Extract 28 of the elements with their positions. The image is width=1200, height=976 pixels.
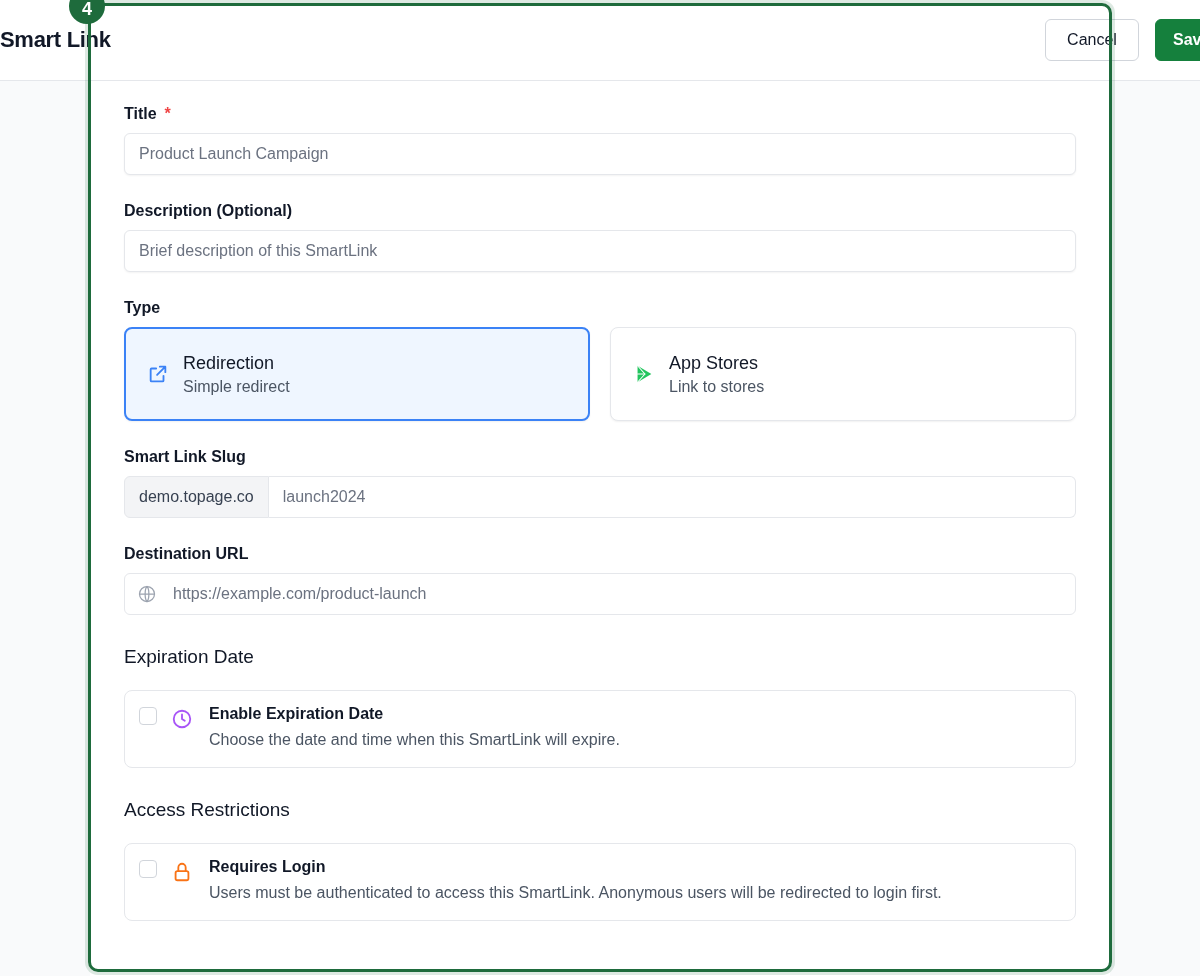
field-label: Title: [124, 105, 157, 123]
checkbox[interactable]: [139, 860, 157, 878]
slug-input-field[interactable]: launch2024: [268, 476, 1076, 518]
url-input-field[interactable]: https://example.com/product-launch: [124, 573, 1076, 615]
required-asterisk: *: [164, 105, 171, 123]
external-link-icon: [147, 363, 169, 385]
field-label: Destination URL: [124, 545, 249, 563]
globe-icon: [137, 584, 157, 604]
text-input-field[interactable]: Product Launch Campaign: [124, 133, 1076, 175]
type-option-card[interactable]: App Stores Link to stores: [610, 327, 1076, 421]
clock-icon: [171, 708, 193, 730]
field-label: Description (Optional): [124, 202, 292, 220]
field-label: Type: [124, 299, 161, 317]
text-input-field[interactable]: Brief description of this SmartLink: [124, 230, 1076, 272]
url-prefix: demo.topage.co: [124, 476, 269, 518]
checkbox[interactable]: [139, 707, 157, 725]
option-subtitle: Link to stores: [669, 377, 765, 396]
option-subtitle: Simple redirect: [183, 377, 290, 396]
option-title: App Stores: [669, 352, 760, 374]
section-heading: Expiration Date: [124, 646, 255, 668]
field-label: Smart Link Slug: [124, 448, 246, 466]
option-description: Users must be authenticated to access this SmartLink. Anonymous users will be redirected to login first.: [209, 884, 942, 902]
option-title: Redirection: [183, 352, 276, 374]
option-title: Enable Expiration Date: [209, 705, 385, 723]
section-heading: Access Restrictions: [124, 799, 291, 821]
option-title: Requires Login: [209, 858, 327, 876]
option-description: Choose the date and time when this SmartLink will expire.: [209, 731, 620, 749]
type-option-card[interactable]: Redirection Simple redirect: [124, 327, 590, 421]
